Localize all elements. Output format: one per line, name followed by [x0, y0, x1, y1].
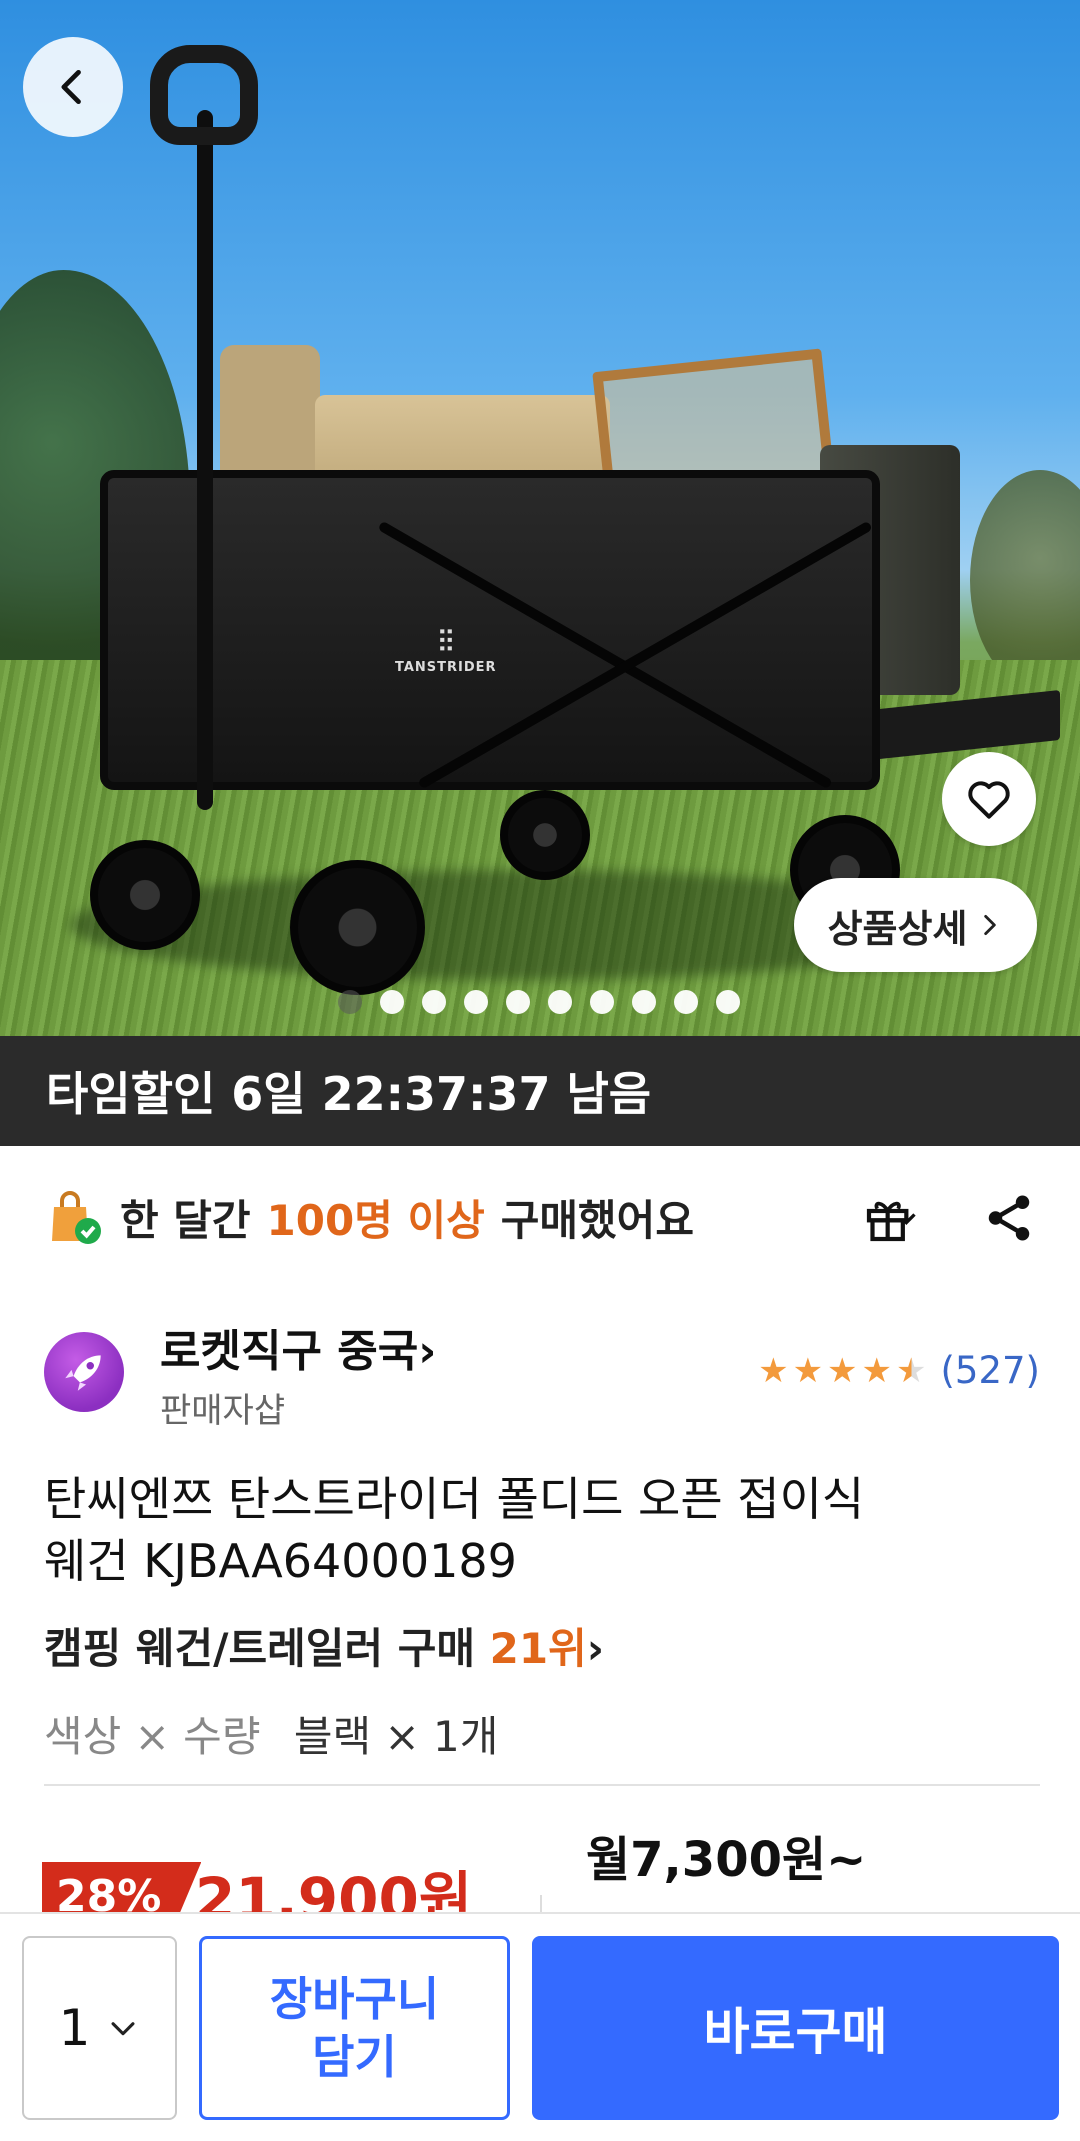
carousel-dot[interactable]: [716, 990, 740, 1014]
gift-button[interactable]: [862, 1190, 918, 1246]
purchase-count-notice: 한 달간 100명 이상 구매했어요: [44, 1182, 694, 1252]
carousel-indicator: [338, 990, 740, 1014]
chevron-right-icon: ›: [418, 1326, 437, 1377]
quantity-select[interactable]: 1: [22, 1936, 177, 2120]
time-sale-banner: 타임할인 6일 22:37:37 남음: [0, 1036, 1080, 1146]
rocket-icon: [65, 1355, 101, 1391]
star-icon: ★: [758, 1350, 789, 1391]
product-title: 탄씨엔쯔 탄스트라이더 폴디드 오픈 접이식 웨건 KJBAA64000189: [44, 1472, 865, 1588]
back-button[interactable]: [23, 37, 123, 137]
back-icon: [61, 69, 81, 105]
sale-price: 21,900원: [195, 1865, 473, 1915]
purchase-prefix: 한 달간: [120, 1195, 251, 1245]
price-section: 28% 21,900원 월7,300원~: [0, 1820, 1080, 1915]
discount-badge: 28%: [42, 1862, 202, 1915]
carousel-dot[interactable]: [422, 990, 446, 1014]
carousel-dot[interactable]: [380, 990, 404, 1014]
time-sale-text: 타임할인 6일 22:37:37 남음: [46, 1067, 652, 1121]
chevron-right-icon: [984, 914, 997, 936]
carousel-dot[interactable]: [590, 990, 614, 1014]
seller-avatar[interactable]: [44, 1332, 124, 1412]
buy-now-button[interactable]: 바로구매: [532, 1936, 1059, 2120]
product-image-carousel[interactable]: ⫶⫶ TANSTRIDER 상품상세: [0, 0, 1080, 1036]
carousel-dot[interactable]: [674, 990, 698, 1014]
quantity-value: 1: [58, 1999, 91, 2057]
chevron-right-icon: ›: [586, 1624, 605, 1673]
carousel-dot[interactable]: [632, 990, 656, 1014]
star-icon: ★: [827, 1350, 858, 1391]
seller-info: 로켓직구 중국› 판매자샵 ★ ★ ★ ★ ★ (527): [44, 1315, 1040, 1435]
shopping-bag-check-icon: [52, 1191, 101, 1244]
share-button[interactable]: [982, 1190, 1036, 1246]
bottom-action-bar: 1 장바구니 담기 바로구매: [0, 1912, 1080, 2141]
carousel-dot[interactable]: [548, 990, 572, 1014]
star-icon: ★: [792, 1350, 824, 1391]
share-icon: [988, 1195, 1030, 1241]
brand-logo: ⫶⫶ TANSTRIDER: [395, 625, 497, 675]
monthly-installment[interactable]: 월7,300원~: [586, 1820, 866, 1890]
seller-name-link[interactable]: 로켓직구 중국›: [160, 1315, 436, 1379]
purchase-highlight: 100명 이상: [266, 1195, 485, 1245]
chevron-down-icon: [111, 2022, 135, 2036]
option-summary[interactable]: 색상 × 수량 블랙 × 1개: [44, 1703, 498, 1764]
product-detail-label: 상품상세: [827, 906, 968, 951]
carousel-dot[interactable]: [464, 990, 488, 1014]
add-to-cart-button[interactable]: 장바구니 담기: [199, 1936, 510, 2120]
category-ranking-link[interactable]: 캠핑 웨건/트레일러 구매 21위›: [44, 1615, 604, 1676]
review-count: (527): [940, 1349, 1041, 1392]
heart-icon: [968, 781, 1010, 819]
gift-icon: [866, 1201, 916, 1242]
rating[interactable]: ★ ★ ★ ★ ★ (527): [758, 1349, 1040, 1392]
purchase-suffix: 구매했어요: [500, 1195, 694, 1245]
carousel-dot[interactable]: [506, 990, 530, 1014]
star-icon: ★: [861, 1350, 893, 1391]
favorite-button[interactable]: [942, 752, 1036, 846]
option-label: 색상 × 수량: [44, 1712, 261, 1761]
divider: [44, 1784, 1040, 1786]
half-star-icon: ★: [896, 1350, 927, 1391]
carousel-dot[interactable]: [338, 990, 362, 1014]
option-value: 블랙 × 1개: [293, 1712, 499, 1761]
product-detail-button[interactable]: 상품상세: [794, 878, 1037, 972]
seller-shop-label[interactable]: 판매자샵: [160, 1383, 285, 1432]
